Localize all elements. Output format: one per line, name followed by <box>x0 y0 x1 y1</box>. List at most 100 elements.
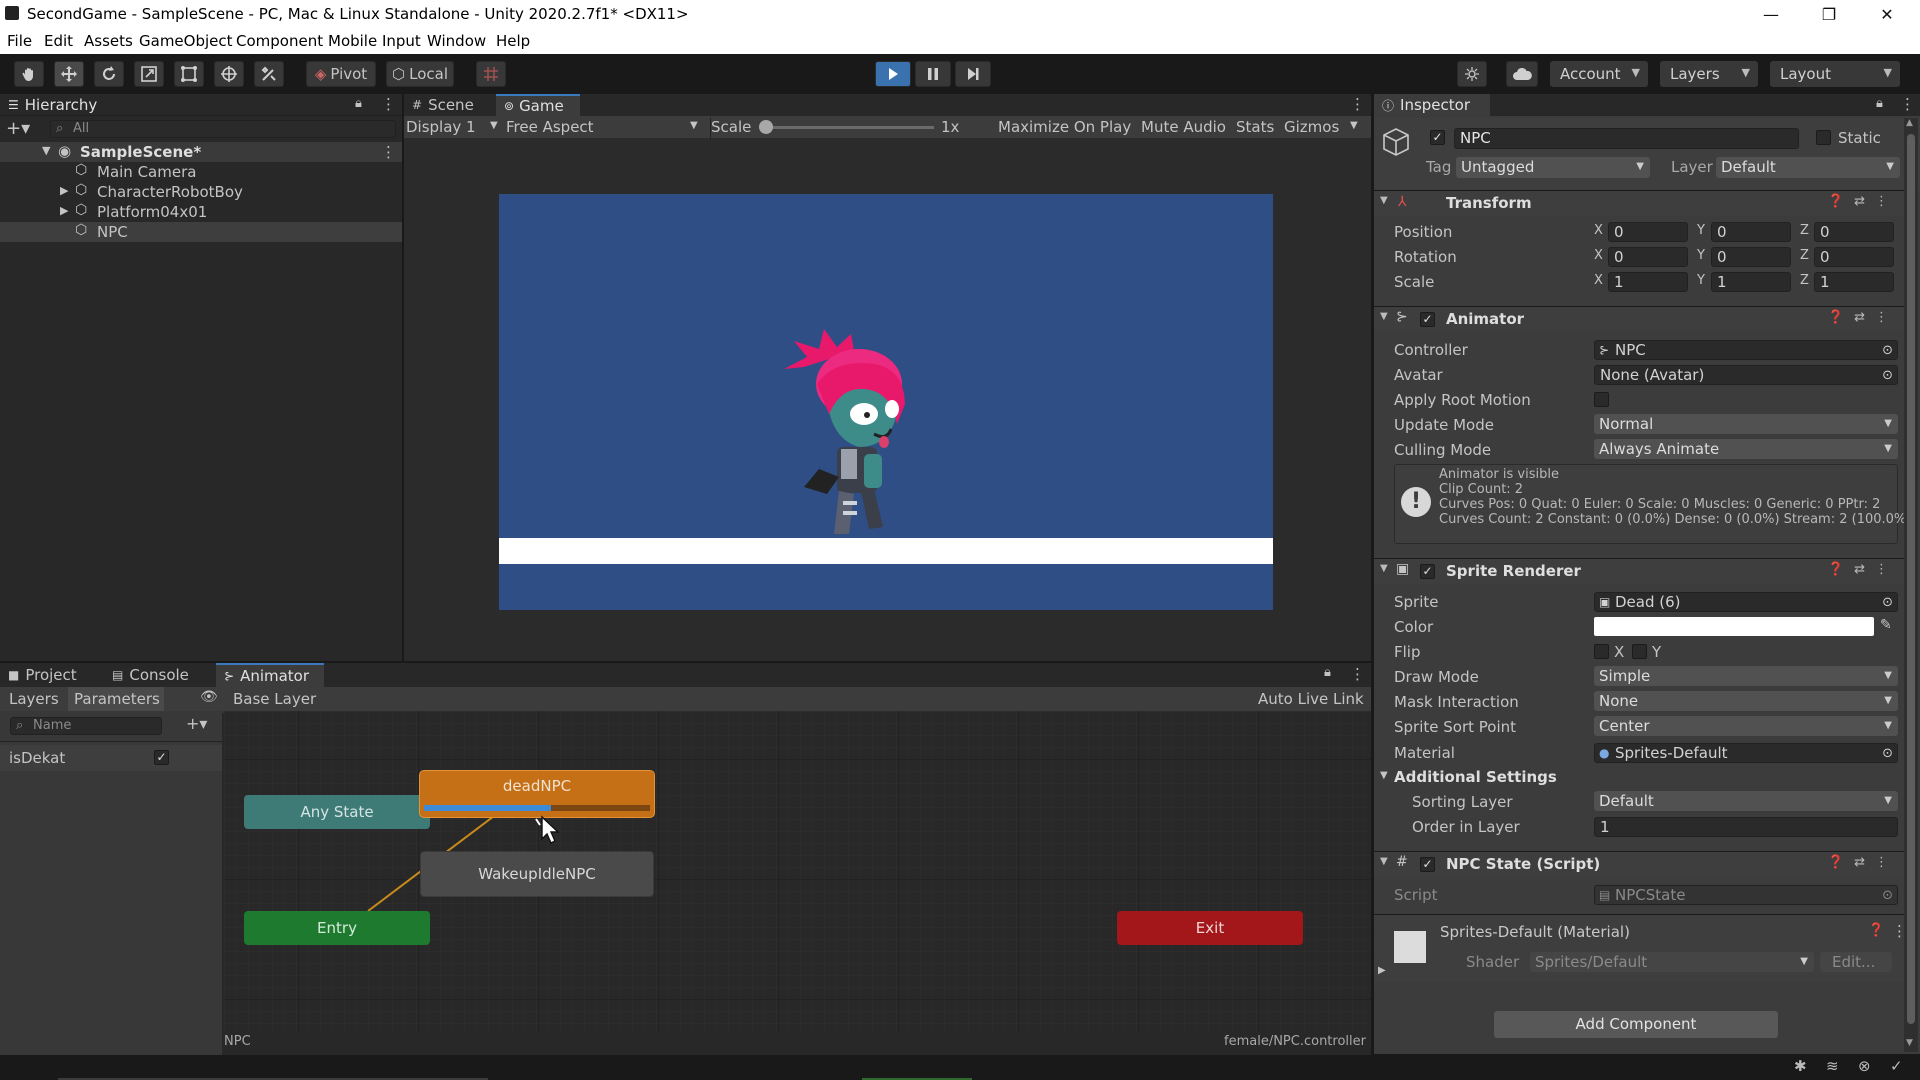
animator-graph[interactable]: Any State WakeupIdleNPC deadNPC Entry Ex… <box>224 711 1371 1031</box>
menu-mobile-input[interactable]: Mobile Input <box>328 32 421 50</box>
tab-hierarchy[interactable]: ☰ Hierarchy <box>0 94 130 115</box>
add-object-button[interactable]: +▾ <box>6 118 30 139</box>
tab-inspector[interactable]: ⓘ Inspector <box>1374 94 1490 116</box>
minimize-button[interactable]: — <box>1742 0 1800 28</box>
transform-tool-icon[interactable] <box>214 61 244 87</box>
expand-arrow-icon[interactable]: ▶ <box>60 184 68 197</box>
bug-icon[interactable]: ✱ <box>1794 1057 1807 1075</box>
gizmos-toggle[interactable]: Gizmos <box>1284 118 1339 136</box>
pause-button[interactable] <box>915 61 951 87</box>
display-dropdown[interactable]: Display 1 ▼ <box>406 118 502 136</box>
maximize-button[interactable]: ❐ <box>1800 0 1858 28</box>
controller-field[interactable]: ⊱ NPC ⊙ <box>1594 340 1898 360</box>
lock-icon[interactable]: 🔒︎ <box>355 96 362 111</box>
scroll-down-icon[interactable]: ▼ <box>1906 1038 1913 1048</box>
npc-state-component-header[interactable]: ▼ # ✓ NPC State (Script) ❓⇄⋮ <box>1374 851 1906 877</box>
additional-settings-foldout[interactable]: Additional Settings <box>1394 768 1557 786</box>
scene-row[interactable]: ▼ ◉ SampleScene* ⋮ <box>0 142 402 162</box>
foldout-arrow-icon[interactable]: ▼ <box>1380 770 1388 781</box>
any-state-node[interactable]: Any State <box>244 795 430 829</box>
stats-toggle[interactable]: Stats <box>1236 118 1274 136</box>
tab-animator[interactable]: ⊱ Animator <box>216 663 324 687</box>
hand-tool-icon[interactable] <box>14 61 44 87</box>
color-swatch[interactable] <box>1594 617 1874 636</box>
component-actions[interactable]: ❓⇄⋮ <box>1828 194 1898 209</box>
help-icon[interactable]: ❓ <box>1868 923 1884 938</box>
kebab-menu-icon[interactable]: ⋮ <box>1875 562 1898 577</box>
object-picker-icon[interactable]: ⊙ <box>1882 366 1893 384</box>
tab-parameters[interactable]: Parameters <box>68 687 164 711</box>
kebab-menu-icon[interactable]: ⋮ <box>1350 95 1365 113</box>
rotate-tool-icon[interactable] <box>94 61 124 87</box>
draw-mode-dropdown[interactable]: Simple ▼ <box>1594 666 1898 686</box>
scroll-up-icon[interactable]: ▲ <box>1906 118 1913 128</box>
scale-tool-icon[interactable] <box>134 61 164 87</box>
menu-help[interactable]: Help <box>496 32 530 50</box>
parameter-row[interactable]: isDekat ✓ <box>0 745 222 771</box>
transform-component-header[interactable]: ▼ ⅄ Transform ❓⇄⋮ <box>1374 190 1906 216</box>
tab-game[interactable]: ⊚ Game <box>496 94 580 116</box>
eye-icon[interactable]: 👁︎ <box>200 689 218 705</box>
mute-audio-toggle[interactable]: Mute Audio <box>1141 118 1226 136</box>
sprite-renderer-enabled-checkbox[interactable]: ✓ <box>1420 564 1435 579</box>
menu-gameobject[interactable]: GameObject <box>139 32 233 50</box>
kebab-menu-icon[interactable]: ⋮ <box>1900 95 1915 113</box>
shader-dropdown[interactable]: Sprites/Default ▼ <box>1530 952 1814 972</box>
help-icon[interactable]: ❓ <box>1828 562 1854 577</box>
component-actions[interactable]: ❓⇄⋮ <box>1828 310 1898 325</box>
flip-x-checkbox[interactable] <box>1594 644 1609 659</box>
move-tool-icon[interactable] <box>54 61 84 87</box>
foldout-arrow-icon[interactable]: ▼ <box>1380 311 1388 322</box>
custom-tool-icon[interactable] <box>254 61 284 87</box>
help-icon[interactable]: ❓ <box>1828 194 1854 209</box>
sprite-field[interactable]: ▣ Dead (6) ⊙ <box>1594 592 1898 612</box>
eyedropper-icon[interactable]: ✎ <box>1880 617 1892 633</box>
grid-snap-icon[interactable] <box>476 61 506 87</box>
help-icon[interactable]: ❓ <box>1828 855 1854 870</box>
breadcrumb[interactable]: Base Layer <box>223 689 327 713</box>
position-z-field[interactable]: 0 <box>1814 222 1894 242</box>
parameter-search-input[interactable]: ⌕ Name <box>10 717 162 735</box>
object-picker-icon[interactable]: ⊙ <box>1882 341 1893 359</box>
npc-state-enabled-checkbox[interactable]: ✓ <box>1420 857 1435 872</box>
rect-tool-icon[interactable] <box>174 61 204 87</box>
add-parameter-button[interactable]: +▾ <box>186 714 207 733</box>
tag-dropdown[interactable]: Untagged ▼ <box>1456 157 1650 178</box>
sprite-renderer-component-header[interactable]: ▼ ▣ ✓ Sprite Renderer ❓⇄⋮ <box>1374 558 1906 584</box>
layer-dropdown[interactable]: Default ▼ <box>1716 157 1900 178</box>
play-button[interactable] <box>875 61 911 87</box>
kebab-menu-icon[interactable]: ⋮ <box>381 143 396 161</box>
step-button[interactable] <box>955 61 991 87</box>
update-mode-dropdown[interactable]: Normal ▼ <box>1594 414 1898 434</box>
static-checkbox[interactable] <box>1816 130 1831 145</box>
aspect-dropdown[interactable]: Free Aspect ▼ <box>506 118 706 136</box>
foldout-arrow-icon[interactable]: ▼ <box>1380 856 1388 867</box>
flip-y-checkbox[interactable] <box>1632 644 1647 659</box>
hierarchy-item[interactable]: ▶ ⬡ CharacterRobotBoy <box>0 182 402 202</box>
tab-scene[interactable]: # Scene <box>404 94 494 116</box>
menu-assets[interactable]: Assets <box>84 32 133 50</box>
hierarchy-item[interactable]: ▶ ⬡ Platform04x01 <box>0 202 402 222</box>
menu-edit[interactable]: Edit <box>44 32 73 50</box>
close-button[interactable]: ✕ <box>1858 0 1916 28</box>
menu-window[interactable]: Window <box>427 32 486 50</box>
kebab-menu-icon[interactable]: ⋮ <box>1875 194 1898 209</box>
shader-edit-button[interactable]: Edit... <box>1820 952 1892 972</box>
cloud-icon[interactable] <box>1506 61 1538 87</box>
static-label[interactable]: Static <box>1838 129 1881 147</box>
pivot-toggle[interactable]: ◈ Pivot <box>306 61 376 87</box>
menu-component[interactable]: Component <box>236 32 323 50</box>
scale-z-field[interactable]: 1 <box>1814 272 1894 292</box>
foldout-arrow-icon[interactable]: ▶ <box>1378 965 1386 976</box>
scale-x-field[interactable]: 1 <box>1608 272 1688 292</box>
chevron-down-icon[interactable]: ▼ <box>1350 120 1358 131</box>
culling-mode-dropdown[interactable]: Always Animate ▼ <box>1594 439 1898 459</box>
object-name-input[interactable]: NPC <box>1454 128 1799 149</box>
component-actions[interactable]: ❓⇄⋮ <box>1828 855 1898 870</box>
layout-dropdown[interactable]: Layout ▼ <box>1770 61 1900 87</box>
kebab-menu-icon[interactable]: ⋮ <box>381 95 396 113</box>
expand-arrow-icon[interactable]: ▼ <box>42 144 50 157</box>
order-in-layer-field[interactable]: 1 <box>1594 817 1898 837</box>
sprite-sort-point-dropdown[interactable]: Center ▼ <box>1594 716 1898 736</box>
preset-icon[interactable]: ⇄ <box>1854 310 1875 325</box>
